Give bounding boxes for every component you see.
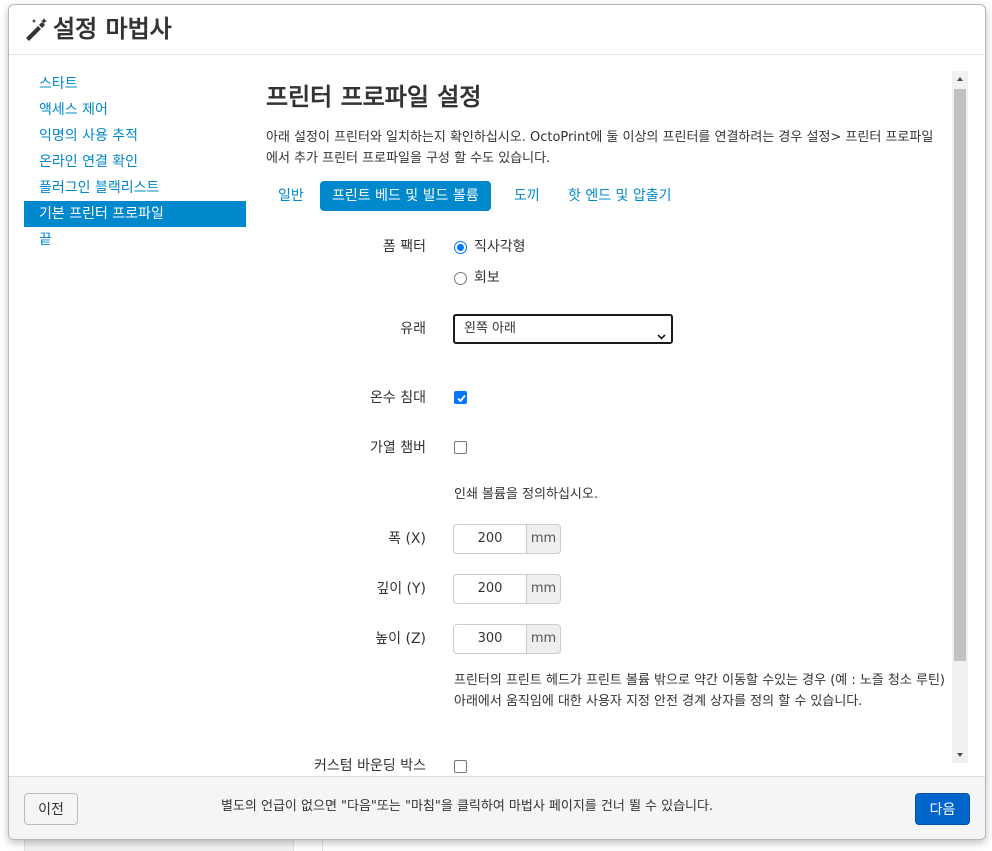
form-factor-label: 폼 팩터 (382, 239, 426, 255)
sidebar-item-default-printer-profile[interactable]: 기본 프린터 프로파일 (24, 201, 246, 227)
dialog-title: 설정 마법사 (53, 15, 172, 43)
sidebar-item-usage-tracking[interactable]: 익명의 사용 추적 (24, 123, 246, 149)
sidebar-item-plugin-blacklist[interactable]: 플러그인 블랙리스트 (24, 175, 246, 201)
tab-general[interactable]: 일반 (266, 181, 316, 211)
scroll-up-arrow-icon[interactable] (952, 71, 968, 87)
chevron-down-icon (657, 325, 666, 340)
content-scrollbar[interactable] (952, 71, 968, 763)
height-label: 높이 (Z) (375, 631, 426, 647)
dialog-footer: 이전 별도의 언급이 없으면 "다음"또는 "마침"을 클릭하여 마법사 페이지… (9, 776, 985, 839)
heated-bed-label: 온수 침대 (370, 390, 426, 406)
sidebar-item-start[interactable]: 스타트 (24, 71, 246, 97)
bounding-box-help-text: 프린터의 프린트 헤드가 프린트 볼륨 밖으로 약간 이동할 수있는 경우 (예… (454, 673, 945, 709)
scrollbar-thumb[interactable] (954, 89, 966, 661)
custom-bounding-box-label: 커스텀 바운딩 박스 (314, 758, 426, 774)
next-button[interactable]: 다음 (915, 793, 970, 825)
origin-label: 유래 (400, 321, 426, 337)
sidebar-item-online-check[interactable]: 온라인 연결 확인 (24, 149, 246, 175)
magic-wand-icon (23, 16, 49, 42)
depth-unit: mm (527, 574, 561, 604)
sidebar-item-finish[interactable]: 끝 (24, 227, 246, 253)
width-unit: mm (527, 524, 561, 554)
form-factor-rectangular-label: 직사각형 (474, 239, 526, 255)
dialog-header: 설정 마법사 (9, 5, 985, 55)
custom-bounding-box-checkbox[interactable] (454, 760, 467, 773)
volume-help-text: 인쇄 볼륨을 정의하십시오. (454, 487, 598, 502)
origin-select[interactable]: 왼쪽 아래 (453, 314, 673, 344)
origin-select-value: 왼쪽 아래 (464, 321, 516, 336)
heated-bed-checkbox[interactable] (454, 391, 467, 404)
height-input[interactable]: 300 (453, 624, 527, 654)
depth-label: 깊이 (Y) (376, 581, 426, 597)
tab-print-bed-build-volume[interactable]: 프린트 베드 및 빌드 볼륨 (320, 181, 491, 211)
intro-text: 아래 설정이 프린터와 일치하는지 확인하십시오. OctoPrint에 둘 이… (266, 130, 934, 166)
wizard-sidebar: 스타트 액세스 제어 익명의 사용 추적 온라인 연결 확인 플러그인 블랙리스… (24, 71, 246, 253)
previous-button[interactable]: 이전 (24, 793, 78, 825)
sidebar-item-access-control[interactable]: 액세스 제어 (24, 97, 246, 123)
dialog-body: 스타트 액세스 제어 익명의 사용 추적 온라인 연결 확인 플러그인 블랙리스… (9, 56, 985, 776)
depth-input[interactable]: 200 (453, 574, 527, 604)
setup-wizard-dialog: 설정 마법사 스타트 액세스 제어 익명의 사용 추적 온라인 연결 확인 플러… (8, 4, 986, 840)
page-title: 프린터 프로파일 설정 (266, 83, 482, 111)
width-label: 폭 (X) (388, 531, 426, 547)
width-input[interactable]: 200 (453, 524, 527, 554)
height-unit: mm (527, 624, 561, 654)
form-factor-rectangular-radio[interactable] (454, 241, 467, 254)
wizard-content: 프린터 프로파일 설정 아래 설정이 프린터와 일치하는지 확인하십시오. Oc… (266, 80, 949, 774)
form-factor-circular-radio[interactable] (454, 272, 467, 285)
tab-axes[interactable]: 도끼 (502, 181, 552, 211)
footer-hint: 별도의 언급이 없으면 "다음"또는 "마침"을 클릭하여 마법사 페이지를 건… (221, 799, 714, 814)
form-factor-circular-label: 회보 (474, 270, 500, 286)
heated-chamber-label: 가열 챔버 (370, 440, 426, 456)
heated-chamber-checkbox[interactable] (454, 441, 467, 454)
tab-hotend-extruder[interactable]: 핫 엔드 및 압출기 (556, 181, 684, 211)
scroll-down-arrow-icon[interactable] (952, 747, 968, 763)
